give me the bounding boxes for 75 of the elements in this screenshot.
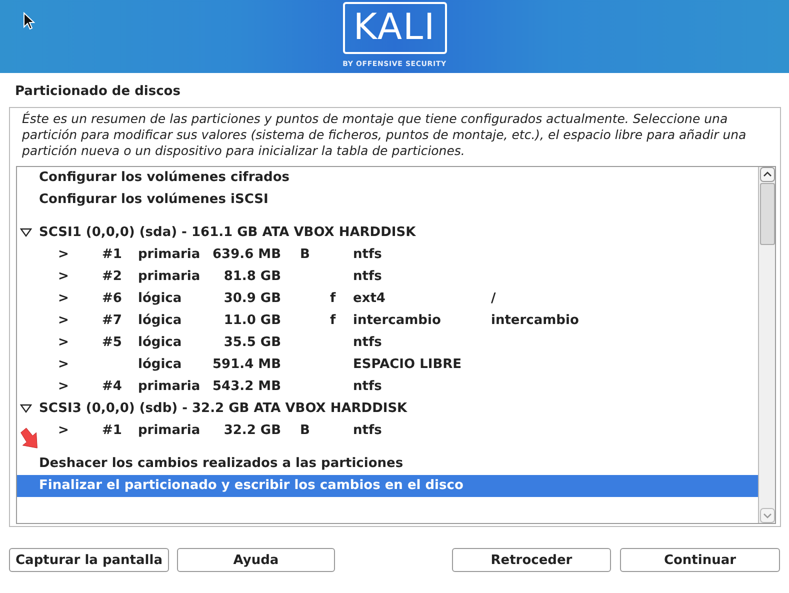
partition-type: lógica (138, 313, 182, 328)
list-item[interactable]: Configurar los volúmenes cifrados (17, 167, 758, 189)
mount-point: intercambio (491, 313, 579, 328)
partition-number: #1 (102, 423, 122, 438)
list-item[interactable]: Finalizar el particionado y escribir los cambios en el disco (17, 475, 758, 497)
filesystem: ntfs (353, 423, 382, 438)
expander-icon[interactable] (20, 404, 32, 414)
partition-size: 543.2 MB (212, 379, 281, 394)
partition-size: 11.0 GB (224, 313, 281, 328)
list-item[interactable]: Configurar los volúmenes iSCSI (17, 189, 758, 211)
row-marker: > (58, 290, 70, 308)
mouse-cursor-icon (23, 12, 35, 30)
logo-text: KALI (353, 10, 436, 46)
filesystem: ntfs (353, 269, 382, 284)
partition-size: 639.6 MB (212, 247, 281, 262)
row-marker: > (58, 268, 70, 286)
partition-size: 35.5 GB (224, 335, 281, 350)
partition-number: #1 (102, 247, 122, 262)
row-marker: > (58, 246, 70, 264)
row-marker: > (58, 422, 70, 440)
partition-type: primaria (138, 269, 200, 284)
partition-number: #5 (102, 335, 122, 350)
partition-size: 81.8 GB (224, 269, 281, 284)
disk-label: SCSI1 (0,0,0) (sda) - 161.1 GB ATA VBOX HARDDISK (39, 224, 416, 242)
dialog-button[interactable]: Continuar (620, 548, 780, 572)
partition-item[interactable]: > #5 lógica 35.5 GB ntfs (17, 332, 758, 354)
partition-type: primaria (138, 423, 200, 438)
row-marker: > (58, 312, 70, 330)
format-flag-label: f (330, 291, 336, 306)
expander-icon[interactable] (20, 228, 32, 238)
partition-size: 591.4 MB (212, 357, 281, 372)
filesystem: intercambio (353, 313, 441, 328)
filesystem: ext4 (353, 291, 386, 306)
scroll-thumb[interactable] (760, 183, 774, 245)
mount-point: / (491, 291, 496, 306)
bootable-flag-label: B (300, 423, 310, 438)
row-marker: > (58, 378, 70, 396)
partition-number: #4 (102, 379, 122, 394)
filesystem: ntfs (353, 247, 382, 262)
dialog-button[interactable]: Capturar la pantalla (9, 548, 169, 572)
partition-size: 32.2 GB (224, 423, 281, 438)
partition-type: lógica (138, 291, 182, 306)
partition-size: 30.9 GB (224, 291, 281, 306)
dialog-button[interactable]: Ayuda (177, 548, 335, 572)
list-item[interactable]: Deshacer los cambios realizados a las particiones (17, 453, 758, 475)
bootable-flag-label: B (300, 247, 310, 262)
partition-item[interactable]: > #1 primaria 639.6 MB B ntfs (17, 244, 758, 266)
partition-number: #2 (102, 269, 122, 284)
row-marker: > (58, 334, 70, 352)
partition-number: #7 (102, 313, 122, 328)
partition-item[interactable]: > lógica 591.4 MB ESPACIO LIBRE (17, 354, 758, 376)
partition-type: primaria (138, 247, 200, 262)
row-marker: > (58, 356, 70, 374)
filesystem: ESPACIO LIBRE (353, 357, 462, 372)
disk-label: SCSI3 (0,0,0) (sdb) - 32.2 GB ATA VBOX HARDDISK (39, 400, 408, 418)
page-title: Particionado de discos (14, 83, 182, 101)
partition-item[interactable]: > #1 primaria 32.2 GB B ntfs (17, 420, 758, 442)
scrollbar[interactable] (758, 167, 775, 523)
partition-item[interactable]: > #4 primaria 543.2 MB ntfs (17, 376, 758, 398)
scroll-up-icon[interactable] (760, 167, 774, 182)
scroll-down-icon[interactable] (760, 508, 774, 523)
partition-type: lógica (138, 335, 182, 350)
filesystem: ntfs (353, 335, 382, 350)
filesystem: ntfs (353, 379, 382, 394)
partition-item[interactable]: > #7 lógica 11.0 GB f intercambio intercambio (17, 310, 758, 332)
format-flag-label: f (330, 313, 336, 328)
partition-type: primaria (138, 379, 200, 394)
partition-number: #6 (102, 291, 122, 306)
partition-item[interactable]: > #2 primaria 81.8 GB ntfs (17, 266, 758, 288)
partition-item[interactable]: > #6 lógica 30.9 GB f ext4 / (17, 288, 758, 310)
dialog-button[interactable]: Retroceder (452, 548, 611, 572)
disk-item[interactable]: SCSI3 (0,0,0) (sdb) - 32.2 GB ATA VBOX HARDDISK (17, 398, 758, 420)
disk-item[interactable]: SCSI1 (0,0,0) (sda) - 161.1 GB ATA VBOX HARDDISK (17, 222, 758, 244)
description-text: Éste es un resumen de las particiones y puntos de montaje que tiene configurados actualmente. Seleccione una partición para modificar sus valores (sistema de ficheros, puntos de montaje, etc.), el espacio libre para añadir una partición nueva o un dispositivo para inicializar la tabla de particiones. (21, 111, 748, 160)
partition-type: lógica (138, 357, 182, 372)
